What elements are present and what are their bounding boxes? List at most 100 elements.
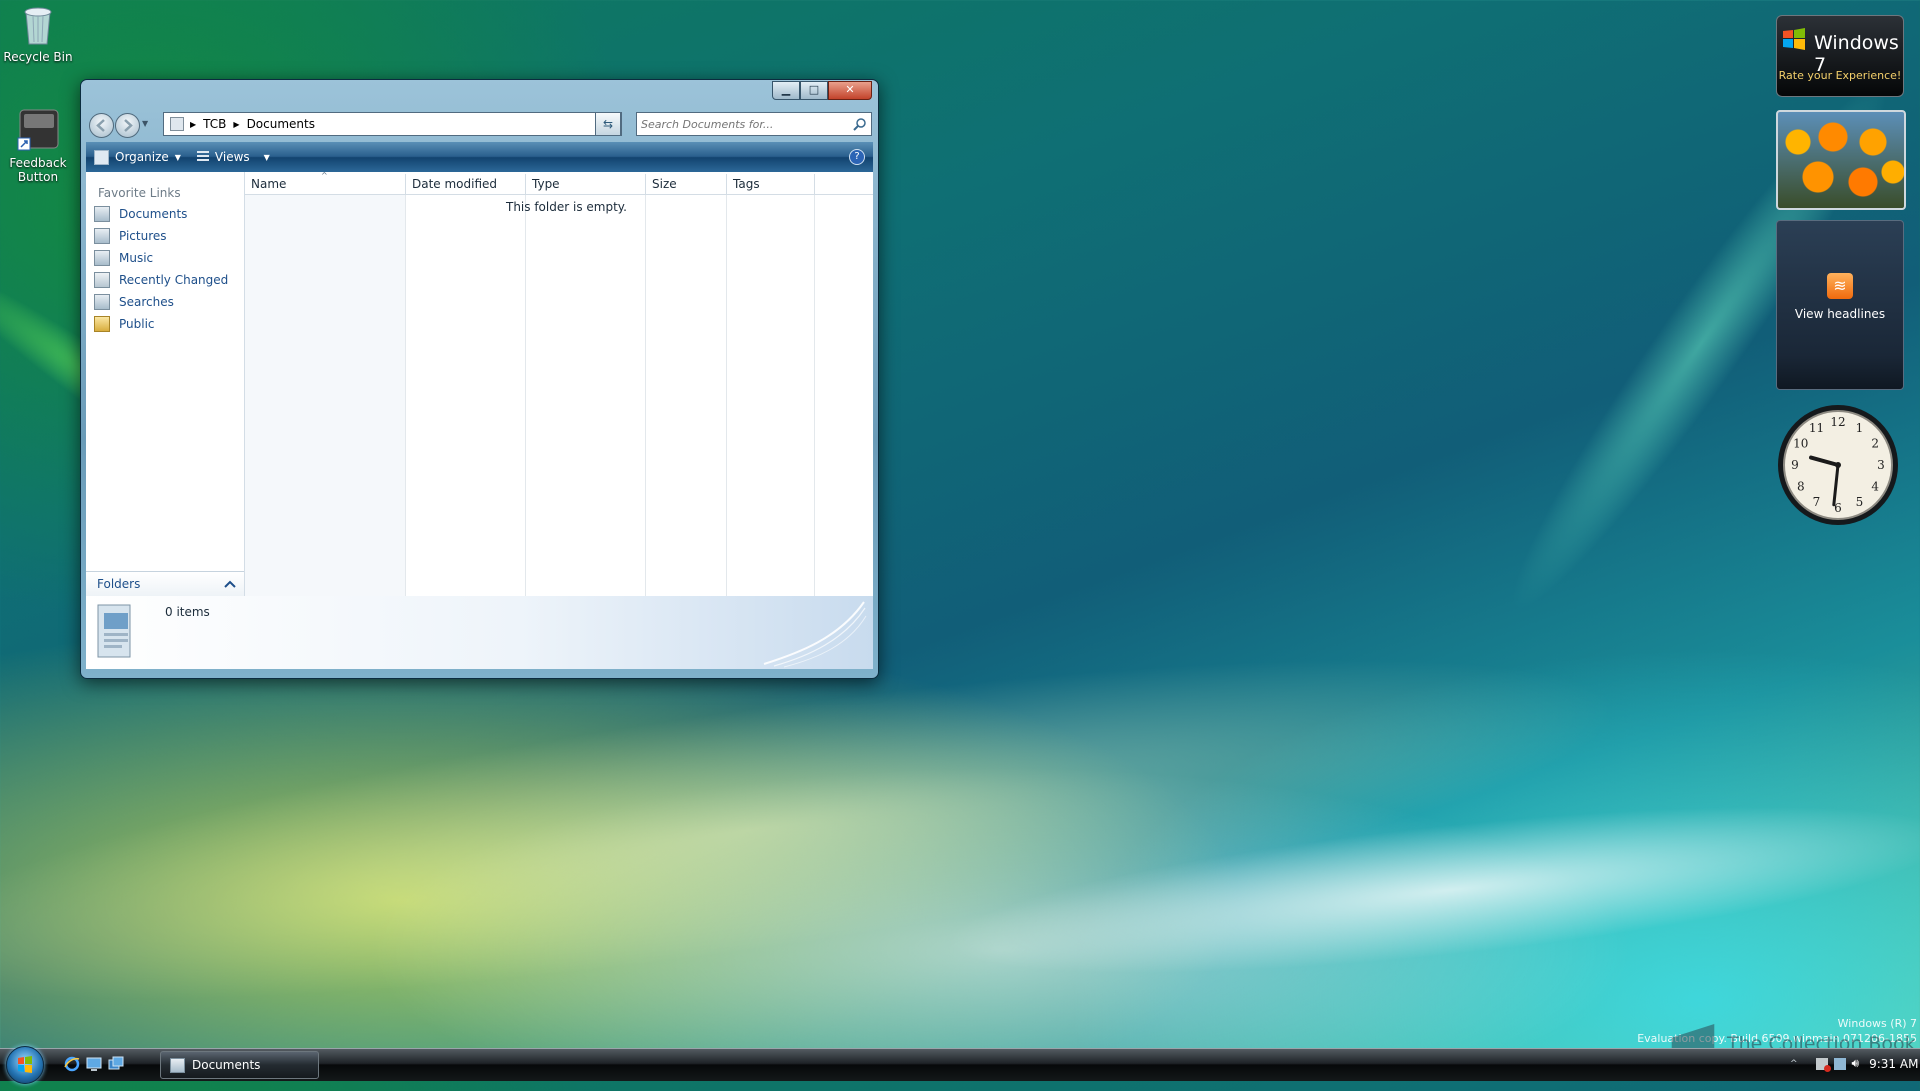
nav-item-recently-changed[interactable]: Recently Changed xyxy=(94,272,228,288)
taskbar-button-label: Documents xyxy=(192,1058,261,1072)
start-button[interactable] xyxy=(6,1046,44,1084)
explorer-window[interactable]: ▁ □ ✕ ▼ ▶ TCB ▶ Documents ▼ ⇆ Organ xyxy=(80,79,879,679)
feedback-button-label: Feedback Button xyxy=(9,156,67,184)
maximize-button[interactable]: □ xyxy=(800,81,828,100)
clock-numeral: 4 xyxy=(1871,480,1879,494)
nav-item-searches[interactable]: Searches xyxy=(94,294,174,310)
column-header-label: Name xyxy=(251,177,287,191)
recent-icon xyxy=(94,272,110,288)
clock-numeral: 11 xyxy=(1809,421,1824,435)
nav-item-pictures[interactable]: Pictures xyxy=(94,228,167,244)
windows-logo-icon xyxy=(18,1056,32,1073)
navigation-pane: Favorite Links Documents Pictures Music … xyxy=(86,172,245,596)
column-header-name[interactable]: Name ^ xyxy=(245,171,406,194)
clock-numeral: 10 xyxy=(1793,437,1808,451)
nav-item-label: Public xyxy=(119,317,155,331)
searches-icon xyxy=(94,294,110,310)
recycle-bin-shortcut[interactable]: Recycle Bin xyxy=(0,2,76,64)
nav-item-label: Recently Changed xyxy=(119,273,229,287)
slideshow-gadget[interactable] xyxy=(1776,110,1906,210)
nav-item-documents[interactable]: Documents xyxy=(94,206,187,222)
folders-toggle[interactable]: Folders xyxy=(86,571,244,596)
views-label: Views xyxy=(214,150,250,164)
column-header-label: Type xyxy=(532,177,560,191)
column-header-tags[interactable]: Tags xyxy=(727,174,815,194)
back-arrow-icon xyxy=(96,119,105,132)
clock-gadget[interactable]: 12 1 2 3 4 5 6 7 8 9 10 11 xyxy=(1776,403,1900,527)
folders-label: Folders xyxy=(97,577,141,591)
favorite-links-heading: Favorite Links xyxy=(98,186,181,200)
nav-item-music[interactable]: Music xyxy=(94,250,153,266)
minimize-button[interactable]: ▁ xyxy=(772,81,800,100)
search-box[interactable] xyxy=(636,112,872,136)
details-pane-swoosh-decoration xyxy=(763,601,867,668)
windows7-rating-gadget[interactable]: Windows 7 Rate your Experience! xyxy=(1776,15,1904,97)
column-header-label: Size xyxy=(652,177,677,191)
clock-time[interactable]: 9:31 AM xyxy=(1869,1057,1918,1071)
clock-numeral: 9 xyxy=(1791,458,1799,472)
refresh-button[interactable]: ⇆ xyxy=(595,112,621,136)
system-tray: ^ 🔊︎ 9:31 AM xyxy=(1790,1056,1918,1072)
internet-explorer-icon[interactable] xyxy=(64,1056,80,1072)
music-icon xyxy=(94,250,110,266)
recycle-bin-label: Recycle Bin xyxy=(3,50,73,64)
file-list[interactable]: Name ^ Date modified Type Size Tags This… xyxy=(245,171,873,596)
back-button[interactable] xyxy=(89,113,114,138)
help-icon: ? xyxy=(854,151,860,162)
empty-folder-message: This folder is empty. xyxy=(506,200,627,214)
organize-button[interactable]: Organize ▼ xyxy=(86,142,189,172)
recent-pages-dropdown[interactable]: ▼ xyxy=(142,119,148,128)
clock-numeral: 1 xyxy=(1856,421,1864,435)
views-icon xyxy=(196,151,209,163)
search-icon[interactable] xyxy=(853,117,867,131)
header-divider xyxy=(245,194,873,195)
volume-icon[interactable]: 🔊︎ xyxy=(1852,1056,1860,1071)
column-header-date-modified[interactable]: Date modified xyxy=(406,174,526,194)
nav-item-public[interactable]: Public xyxy=(94,316,155,332)
help-button[interactable]: ? xyxy=(849,149,865,165)
feedback-button-shortcut[interactable]: Feedback Button xyxy=(0,108,76,184)
breadcrumb-separator-icon[interactable]: ▶ xyxy=(233,120,239,129)
network-icon[interactable] xyxy=(1833,1057,1846,1070)
folder-icon xyxy=(94,316,110,332)
views-button[interactable]: Views ▼ xyxy=(189,142,278,172)
feed-headlines-gadget[interactable]: ≋ View headlines xyxy=(1776,220,1904,390)
show-desktop-icon[interactable] xyxy=(86,1056,102,1072)
clock-numeral: 8 xyxy=(1797,480,1805,494)
taskbar-button-documents[interactable]: Documents xyxy=(160,1051,319,1079)
forward-button[interactable] xyxy=(115,113,140,138)
caption-buttons: ▁ □ ✕ xyxy=(772,81,872,100)
sorted-column-highlight xyxy=(245,194,405,596)
column-header-label: Date modified xyxy=(412,177,498,191)
breadcrumb-documents[interactable]: Documents xyxy=(247,117,315,131)
column-divider xyxy=(525,194,526,596)
column-divider xyxy=(645,194,646,596)
view-headlines-label: View headlines xyxy=(1794,307,1886,321)
watermark-line1: Windows (R) 7 xyxy=(1837,1017,1917,1030)
breadcrumb-tcb[interactable]: TCB xyxy=(203,117,226,131)
organize-icon xyxy=(94,149,109,165)
item-count: 0 items xyxy=(165,605,210,619)
gadget-subtitle: Rate your Experience! xyxy=(1778,69,1902,82)
documents-icon xyxy=(94,206,110,222)
command-bar: Organize ▼ Views ▼ ? xyxy=(86,142,873,172)
search-input[interactable] xyxy=(637,116,853,132)
switch-windows-icon[interactable] xyxy=(108,1056,124,1072)
close-button[interactable]: ✕ xyxy=(828,81,872,100)
breadcrumb-separator-icon[interactable]: ▶ xyxy=(190,120,196,129)
show-hidden-icons-icon[interactable]: ^ xyxy=(1790,1059,1798,1069)
nav-item-label: Documents xyxy=(119,207,188,221)
chevron-up-icon xyxy=(224,580,236,588)
clock-numeral: 3 xyxy=(1877,458,1885,472)
refresh-icon: ⇆ xyxy=(602,117,614,131)
column-header-size[interactable]: Size xyxy=(646,174,727,194)
column-divider xyxy=(814,194,815,596)
address-bar[interactable]: ▶ TCB ▶ Documents ▼ xyxy=(163,112,622,136)
action-center-icon[interactable] xyxy=(1815,1057,1831,1072)
sort-ascending-icon: ^ xyxy=(321,171,328,180)
recycle-bin-icon xyxy=(16,2,60,46)
organize-label: Organize xyxy=(115,150,169,164)
column-header-type[interactable]: Type xyxy=(526,174,646,194)
column-divider xyxy=(405,194,406,596)
feedback-icon xyxy=(16,108,60,152)
